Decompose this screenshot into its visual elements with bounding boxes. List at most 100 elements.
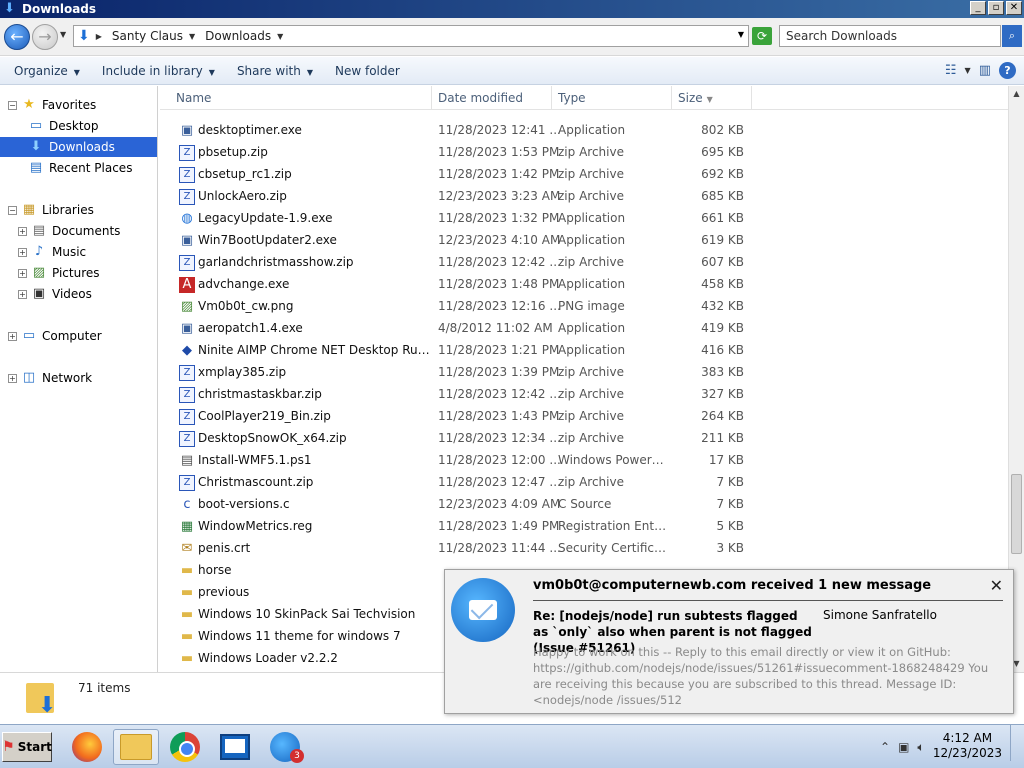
file-row[interactable]: Zpbsetup.zip 11/28/2023 1:53 PM zip Archiv…: [176, 142, 756, 164]
scrollbar-thumb[interactable]: [1011, 474, 1022, 554]
network-status-icon[interactable]: ▣: [898, 740, 909, 754]
file-row[interactable]: Z DesktopSnowOK_x64.zip 11/28/2023 12:34 .…: [176, 428, 756, 450]
nav-videos[interactable]: + ▣ Videos: [18, 284, 92, 304]
recent-pages-dropdown[interactable]: ▼: [60, 30, 66, 39]
file-row[interactable]: Z UnlockAero.zip 12/23/2023 3:23 AM zip Arc…: [176, 186, 756, 208]
show-desktop-button[interactable]: [1010, 725, 1024, 761]
file-name: pbsetup.zip: [198, 145, 268, 159]
preview-pane-icon[interactable]: ▥: [979, 63, 991, 78]
nav-computer[interactable]: + ▭ Computer: [8, 326, 102, 346]
address-row: ← → ▼ ⬇ ▶ Santy Claus ▼ Downloads ▼ ▼ ⟳ …: [0, 18, 1024, 56]
globe-file-icon: ◍: [181, 211, 193, 226]
file-row[interactable]: Aadvchange.exe 11/28/2023 1:48 PM Applicat…: [176, 274, 756, 296]
file-name: WindowMetrics.reg: [198, 519, 313, 533]
column-date-modified[interactable]: Date modified: [432, 86, 552, 110]
file-row[interactable]: ▣ desktoptimer.exe 11/28/2023 12:41 ... App…: [176, 120, 756, 142]
close-window-button[interactable]: ✕: [1006, 1, 1022, 15]
column-size[interactable]: Size ▼: [672, 86, 752, 110]
chevron-down-icon[interactable]: ▼: [965, 66, 971, 75]
taskbar-explorer[interactable]: [113, 729, 159, 765]
taskbar-remote-desktop[interactable]: [212, 729, 258, 765]
nav-network[interactable]: + ◫ Network: [8, 368, 92, 388]
nav-documents[interactable]: + ▤ Documents: [18, 221, 120, 241]
file-row[interactable]: Zcbsetup_rc1.zip 11/28/2023 1:42 PM zip Ar…: [176, 164, 756, 186]
taskbar-thunderbird[interactable]: 3: [262, 729, 308, 765]
file-row[interactable]: ◍ LegacyUpdate-1.9.exe 11/28/2023 1:32 PM A…: [176, 208, 756, 230]
new-folder-button[interactable]: New folder: [327, 64, 408, 78]
file-row[interactable]: Zxmplay385.zip 11/28/2023 1:39 PM zip Arch…: [176, 362, 756, 384]
documents-icon: ▤: [32, 223, 46, 238]
nav-libraries-label: Libraries: [42, 203, 94, 217]
file-row[interactable]: Zgarlandchristmasshow.zip 11/28/2023 12:4…: [176, 252, 756, 274]
search-icon[interactable]: ⌕: [1002, 25, 1022, 47]
column-name[interactable]: Name: [170, 86, 432, 110]
zip-file-icon: Z: [179, 255, 195, 271]
file-row[interactable]: ✉ penis.crt 11/28/2023 11:44 ... Security C…: [176, 538, 756, 560]
close-icon[interactable]: ✕: [990, 576, 1003, 595]
nav-music[interactable]: + ♪ Music: [18, 242, 86, 262]
file-type: Application: [558, 343, 626, 357]
nav-recent-places[interactable]: ▤ Recent Places: [28, 158, 133, 178]
chevron-down-icon: ▼: [306, 67, 313, 77]
file-row[interactable]: ◆ Ninite AIMP Chrome NET Desktop Runti...…: [176, 340, 756, 362]
nav-favorites[interactable]: − ★ Favorites: [8, 95, 96, 115]
maximize-button[interactable]: ▫: [988, 1, 1004, 15]
address-history-dropdown[interactable]: ▼: [738, 30, 744, 39]
file-row[interactable]: Z Christmascount.zip 11/28/2023 12:47 ... z…: [176, 472, 756, 494]
volume-icon[interactable]: 🔈︎: [917, 740, 924, 755]
file-row[interactable]: Z CoolPlayer219_Bin.zip 11/28/2023 1:43 PM…: [176, 406, 756, 428]
file-size: 661 KB: [701, 211, 744, 225]
file-row[interactable]: ▣ Win7BootUpdater2.exe 12/23/2023 4:10 AM A…: [176, 230, 756, 252]
mail-notification[interactable]: vm0b0t@computernewb.com received 1 new m…: [444, 569, 1014, 714]
forward-button[interactable]: →: [32, 24, 58, 50]
libraries-icon: ▦: [22, 202, 36, 217]
clock[interactable]: 4:12 AM 12/23/2023: [933, 731, 1002, 761]
nav-downloads[interactable]: ⬇ Downloads: [0, 137, 157, 157]
scroll-up-icon[interactable]: ▲: [1009, 86, 1024, 102]
start-button[interactable]: ⚑ Start: [2, 732, 52, 762]
file-row[interactable]: ▤ Install-WMF5.1.ps1 11/28/2023 12:00 ... W…: [176, 450, 756, 472]
collapse-icon[interactable]: −: [8, 205, 17, 215]
include-in-library-button[interactable]: Include in library ▼: [94, 64, 223, 78]
taskbar-chrome[interactable]: [162, 729, 208, 765]
taskbar-firefox[interactable]: [64, 729, 110, 765]
file-row[interactable]: Zchristmastaskbar.zip 11/28/2023 12:42 ..…: [176, 384, 756, 406]
file-row[interactable]: ▣ aeropatch1.4.exe 4/8/2012 11:02 AM Applic…: [176, 318, 756, 340]
breadcrumb-downloads[interactable]: Downloads: [205, 29, 271, 43]
expand-icon[interactable]: +: [18, 289, 27, 299]
breadcrumb-user[interactable]: Santy Claus: [112, 29, 183, 43]
column-type[interactable]: Type: [552, 86, 672, 110]
back-button[interactable]: ←: [4, 24, 30, 50]
refresh-button[interactable]: ⟳: [752, 27, 772, 45]
help-icon[interactable]: ?: [999, 62, 1016, 79]
file-row[interactable]: c boot-versions.c 12/23/2023 4:09 AM C Sour…: [176, 494, 756, 516]
chevron-right-icon[interactable]: ▶: [96, 32, 102, 41]
chrome-icon: [170, 732, 200, 762]
file-date: 12/23/2023 4:10 AM: [438, 233, 561, 247]
collapse-icon[interactable]: −: [8, 100, 17, 110]
window-title-bar[interactable]: ⬇ Downloads _ ▫ ✕: [0, 0, 1024, 18]
organize-button[interactable]: Organize ▼: [6, 64, 88, 78]
expand-icon[interactable]: +: [18, 268, 27, 278]
file-row[interactable]: ▦ WindowMetrics.reg 11/28/2023 1:49 PM Regi…: [176, 516, 756, 538]
view-options-icon[interactable]: ☷: [945, 63, 957, 78]
address-bar[interactable]: ⬇ ▶ Santy Claus ▼ Downloads ▼ ▼: [73, 25, 749, 47]
show-hidden-icons-icon[interactable]: ⌃: [880, 740, 890, 754]
file-name: Windows 10 SkinPack Sai Techvision: [198, 607, 416, 621]
file-row[interactable]: ▨ Vm0b0t_cw.png 11/28/2023 12:16 ... PNG im…: [176, 296, 756, 318]
chevron-down-icon[interactable]: ▼: [189, 32, 195, 41]
search-input[interactable]: Search Downloads: [779, 25, 1001, 47]
nav-desktop[interactable]: ▭ Desktop: [28, 116, 99, 136]
zip-file-icon: Z: [179, 387, 195, 403]
nav-libraries[interactable]: − ▦ Libraries: [8, 200, 94, 220]
minimize-button[interactable]: _: [970, 1, 986, 15]
expand-icon[interactable]: +: [8, 373, 17, 383]
nav-pictures[interactable]: + ▨ Pictures: [18, 263, 100, 283]
expand-icon[interactable]: +: [8, 331, 17, 341]
expand-icon[interactable]: +: [18, 247, 27, 257]
zip-file-icon: Z: [179, 167, 195, 183]
expand-icon[interactable]: +: [18, 226, 27, 236]
network-icon: ◫: [22, 370, 36, 385]
share-with-button[interactable]: Share with ▼: [229, 64, 321, 78]
chevron-down-icon[interactable]: ▼: [277, 32, 283, 41]
